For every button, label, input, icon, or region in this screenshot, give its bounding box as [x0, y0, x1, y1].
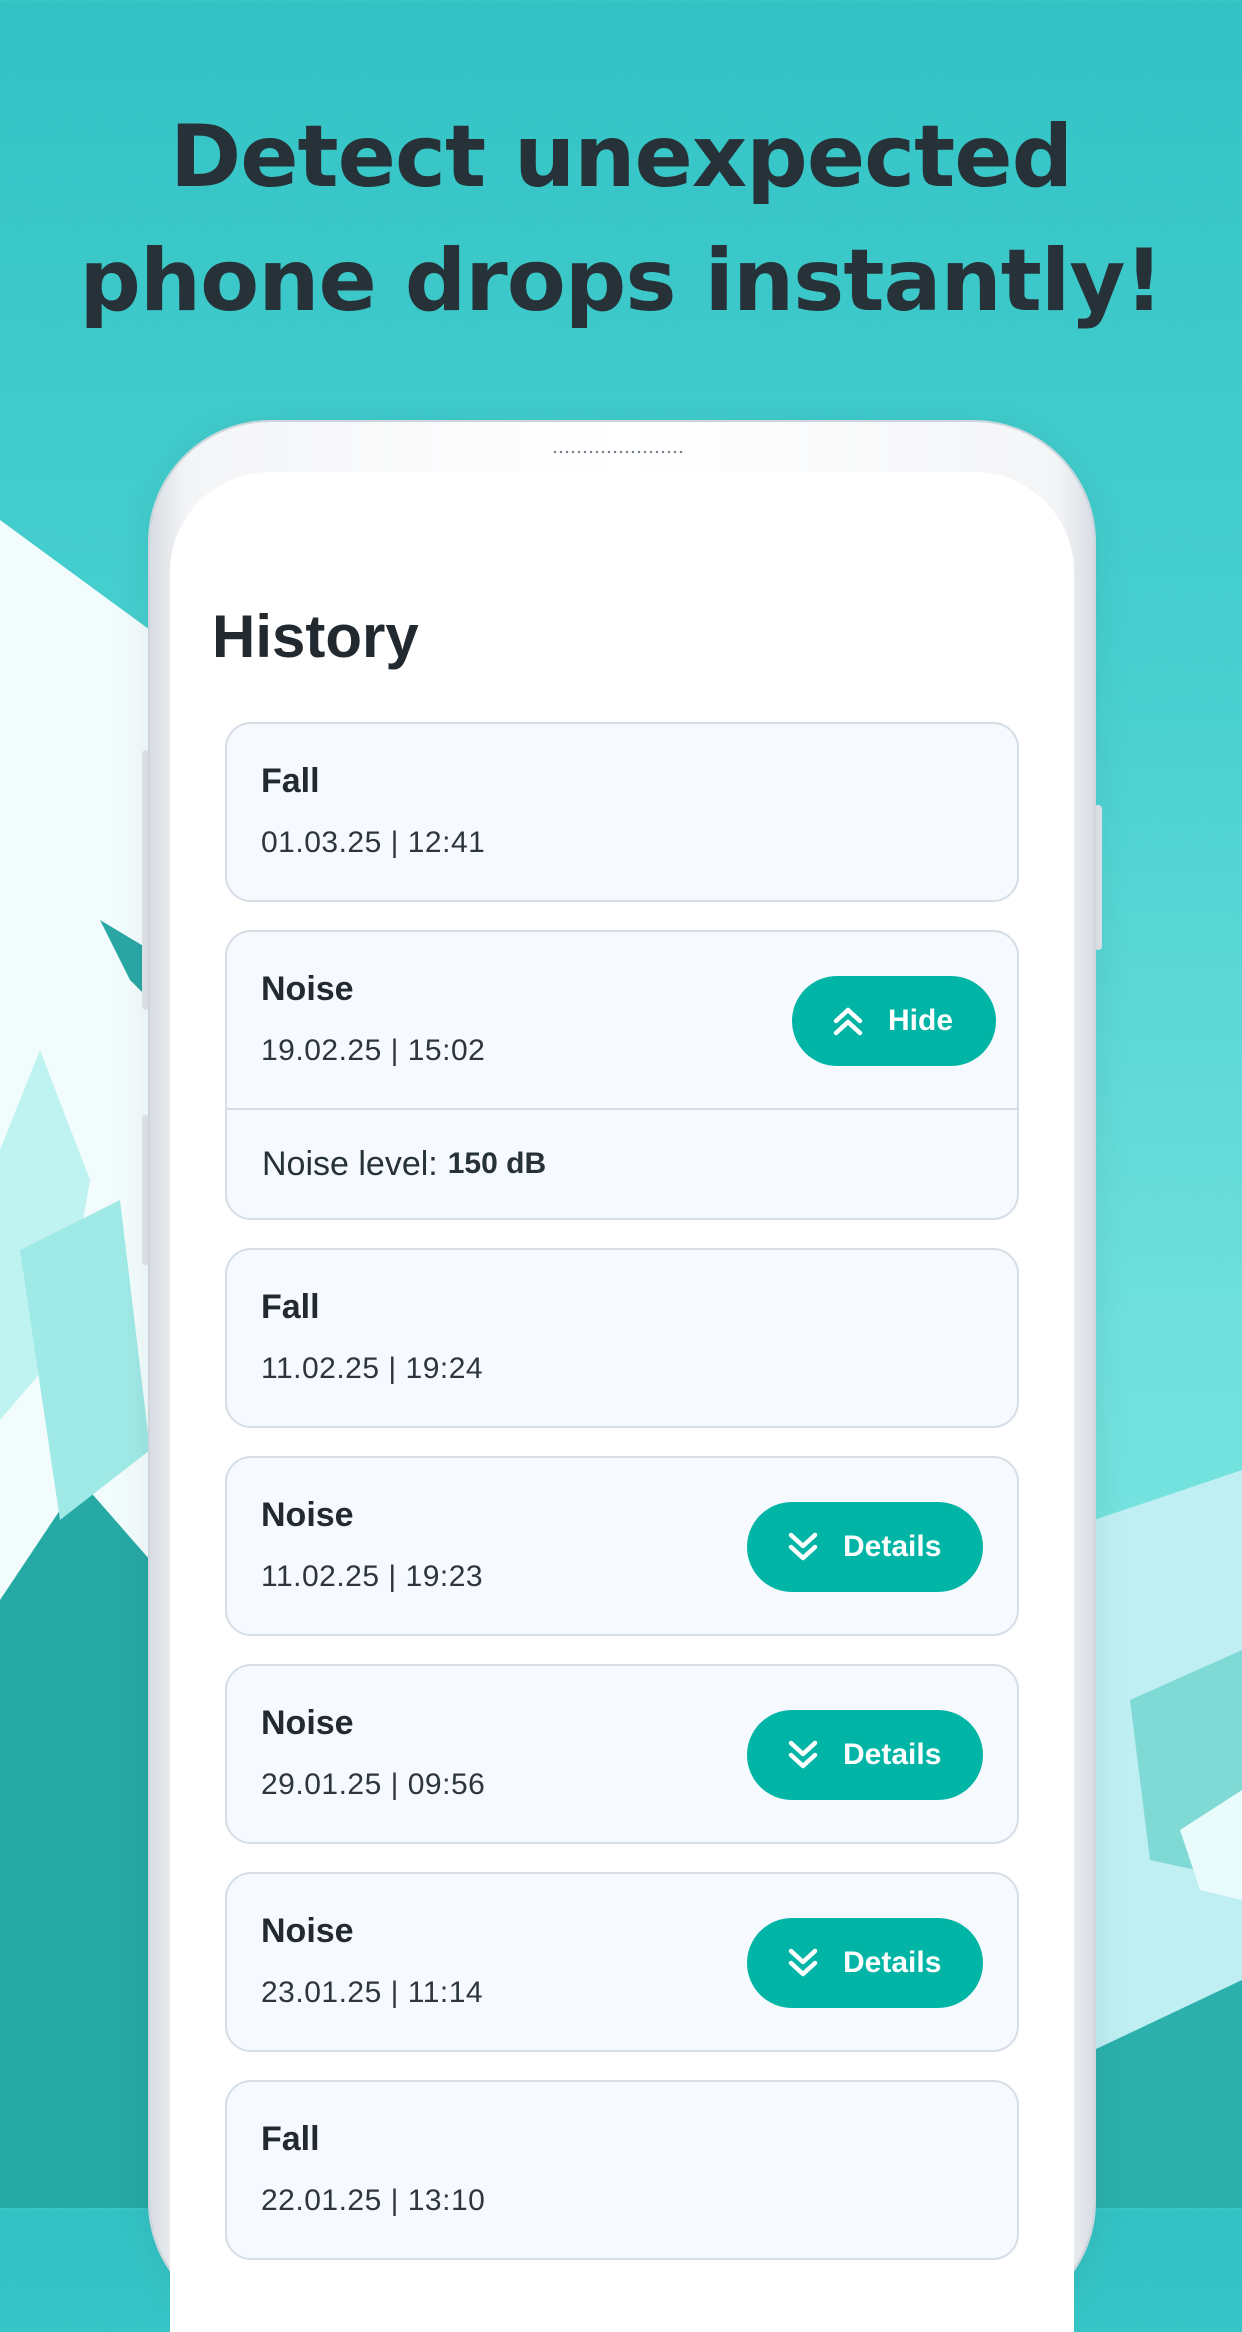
chevrons-down-icon — [788, 1740, 818, 1769]
event-type: Fall — [261, 762, 320, 800]
event-type: Noise — [261, 970, 354, 1008]
event-detail: Noise level: 150 dB — [227, 1108, 1017, 1218]
event-date: 23.01.25 | 11:14 — [261, 1976, 484, 2009]
hide-button[interactable]: Hide — [792, 976, 996, 1066]
chevrons-up-icon — [833, 1007, 863, 1036]
event-type: Fall — [261, 1288, 320, 1326]
headline: Detect unexpected phone drops instantly! — [0, 95, 1242, 343]
history-item: Fall 11.02.25 | 19:24 — [225, 1248, 1019, 1428]
phone-speaker-grille — [552, 450, 686, 454]
history-item: Noise 19.02.25 | 15:02 Hide Noise level:… — [225, 930, 1019, 1220]
noise-level-value: 150 dB — [447, 1147, 547, 1180]
details-button-label: Details — [843, 1946, 942, 1979]
phone-power-button — [1094, 805, 1102, 950]
phone-side-button-lower — [142, 1115, 150, 1265]
details-button[interactable]: Details — [747, 1502, 983, 1592]
history-item-header: Noise 29.01.25 | 09:56 Details — [227, 1666, 1017, 1842]
phone-volume-button — [142, 750, 150, 1010]
history-item-header: Fall 11.02.25 | 19:24 — [227, 1250, 1017, 1426]
chevrons-down-icon — [788, 1948, 818, 1977]
details-button-label: Details — [843, 1738, 942, 1771]
headline-line-2: phone drops instantly! — [79, 231, 1163, 331]
history-item: Noise 11.02.25 | 19:23 Details — [225, 1456, 1019, 1636]
phone-screen: History Fall 01.03.25 | 12:41 Noise 19.0… — [170, 472, 1074, 2332]
history-item-header: Fall 01.03.25 | 12:41 — [227, 724, 1017, 900]
event-type: Fall — [261, 2120, 320, 2158]
history-item: Fall 22.01.25 | 13:10 — [225, 2080, 1019, 2260]
event-type: Noise — [261, 1912, 354, 1950]
headline-line-1: Detect unexpected — [169, 107, 1073, 207]
event-date: 01.03.25 | 12:41 — [261, 826, 486, 859]
event-type: Noise — [261, 1704, 354, 1742]
history-item: Fall 01.03.25 | 12:41 — [225, 722, 1019, 902]
details-button[interactable]: Details — [747, 1918, 983, 2008]
event-date: 19.02.25 | 15:02 — [261, 1034, 486, 1067]
history-item-header: Noise 23.01.25 | 11:14 Details — [227, 1874, 1017, 2050]
history-item-header: Fall 22.01.25 | 13:10 — [227, 2082, 1017, 2258]
event-date: 22.01.25 | 13:10 — [261, 2184, 486, 2217]
event-date: 11.02.25 | 19:24 — [261, 1352, 484, 1385]
history-item-header: Noise 11.02.25 | 19:23 Details — [227, 1458, 1017, 1634]
event-date: 29.01.25 | 09:56 — [261, 1768, 486, 1801]
history-list: Fall 01.03.25 | 12:41 Noise 19.02.25 | 1… — [225, 722, 1019, 2288]
history-item: Noise 29.01.25 | 09:56 Details — [225, 1664, 1019, 1844]
history-item: Noise 23.01.25 | 11:14 Details — [225, 1872, 1019, 2052]
details-button-label: Details — [843, 1530, 942, 1563]
noise-level-label: Noise level: — [262, 1144, 438, 1183]
event-type: Noise — [261, 1496, 354, 1534]
phone-frame: History Fall 01.03.25 | 12:41 Noise 19.0… — [150, 422, 1094, 2332]
page-title: History — [212, 603, 419, 670]
details-button[interactable]: Details — [747, 1710, 983, 1800]
chevrons-down-icon — [788, 1532, 818, 1561]
history-item-header: Noise 19.02.25 | 15:02 Hide — [227, 932, 1017, 1108]
hide-button-label: Hide — [888, 1004, 954, 1037]
event-date: 11.02.25 | 19:23 — [261, 1560, 484, 1593]
